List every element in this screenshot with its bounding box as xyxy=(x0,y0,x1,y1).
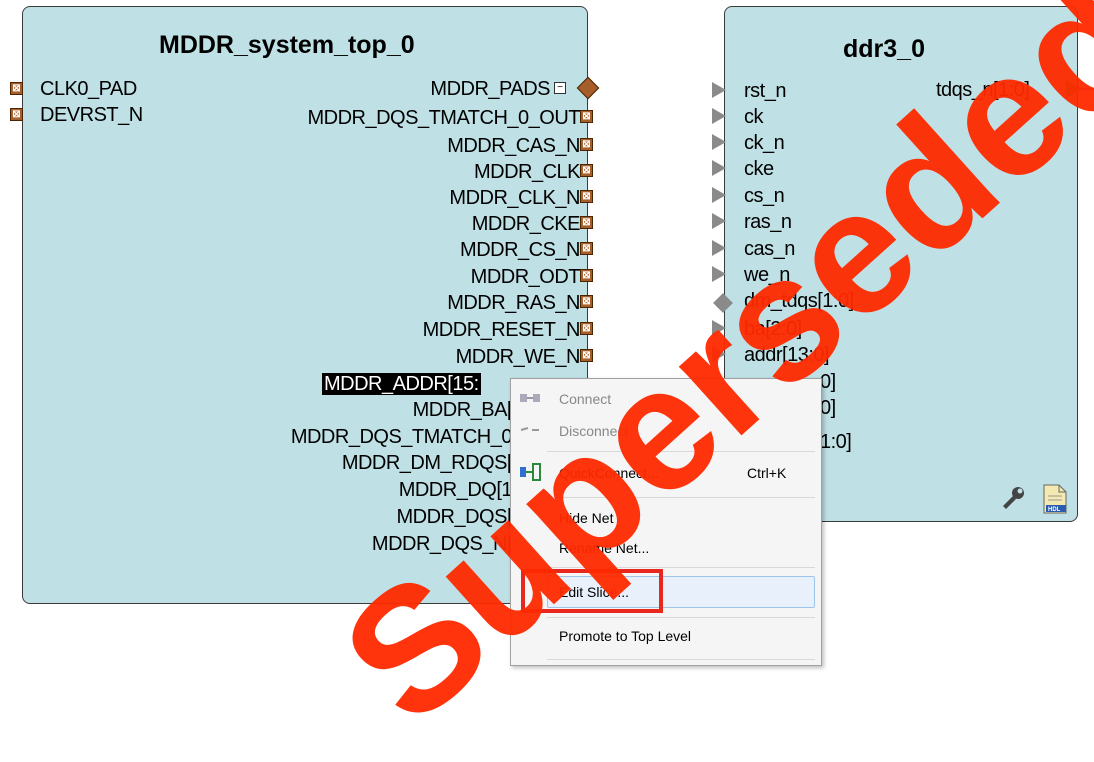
collapse-icon[interactable]: − xyxy=(554,82,566,94)
port-icon[interactable]: ⊠ xyxy=(580,190,593,203)
port-label: MDDR_CS_N xyxy=(460,239,580,261)
input-port-icon[interactable] xyxy=(712,187,726,203)
port-label: MDDR_CLK xyxy=(473,161,581,183)
input-port-icon[interactable] xyxy=(712,213,726,229)
port-label-clk0-pad: CLK0_PAD xyxy=(40,78,137,100)
port-label-mddr-addr-selected[interactable]: MDDR_ADDR[15: xyxy=(322,372,481,396)
wrench-icon[interactable] xyxy=(1000,486,1026,510)
input-port-icon[interactable] xyxy=(712,82,726,98)
port-label: MDDR_CAS_N xyxy=(447,135,580,157)
input-port-icon[interactable] xyxy=(712,134,726,150)
port-label: MDDR_RESET_N xyxy=(422,319,581,341)
port-label: MDDR_RAS_N xyxy=(447,292,580,314)
port-label: MDDR_CLK_N xyxy=(449,187,580,209)
port-label-mddr-pads: MDDR_PADS xyxy=(430,78,550,100)
block-title: MDDR_system_top_0 xyxy=(159,31,415,59)
block-title: ddr3_0 xyxy=(843,35,925,63)
port-label-partial: 1:0] xyxy=(820,431,852,453)
hdl-file-icon[interactable]: HDL xyxy=(1042,484,1068,514)
port-label: MDDR_DQS_TMATCH_0 xyxy=(290,426,513,448)
menu-separator xyxy=(547,659,815,660)
port-label: MDDR_BA[ xyxy=(412,399,513,421)
port-icon[interactable]: ⊠ xyxy=(580,322,593,335)
port-label: MDDR_ODT xyxy=(470,266,581,288)
port-label: rst_n xyxy=(744,80,786,102)
port-label: MDDR_WE_N xyxy=(455,346,581,368)
clk0-pad-port-icon[interactable]: ⊠ xyxy=(10,82,23,95)
svg-text:HDL: HDL xyxy=(1048,507,1061,513)
port-icon[interactable]: ⊠ xyxy=(580,269,593,282)
port-label-devrst-n: DEVRST_N xyxy=(40,104,143,126)
port-label: ck_n xyxy=(744,132,785,154)
input-port-icon[interactable] xyxy=(712,160,726,176)
port-icon[interactable]: ⊠ xyxy=(580,138,593,151)
port-icon[interactable]: ⊠ xyxy=(580,216,593,229)
port-icon[interactable]: ⊠ xyxy=(580,164,593,177)
port-label: MDDR_DQS_TMATCH_0_OUT xyxy=(307,107,581,129)
input-port-icon[interactable] xyxy=(712,108,726,124)
port-label: cke xyxy=(744,158,774,180)
devrst-n-port-icon[interactable]: ⊠ xyxy=(10,108,23,121)
port-icon[interactable]: ⊠ xyxy=(580,295,593,308)
port-icon[interactable]: ⊠ xyxy=(580,110,593,123)
port-label: ck xyxy=(744,106,764,128)
port-label: MDDR_CKE xyxy=(471,213,581,235)
port-icon[interactable]: ⊠ xyxy=(580,242,593,255)
